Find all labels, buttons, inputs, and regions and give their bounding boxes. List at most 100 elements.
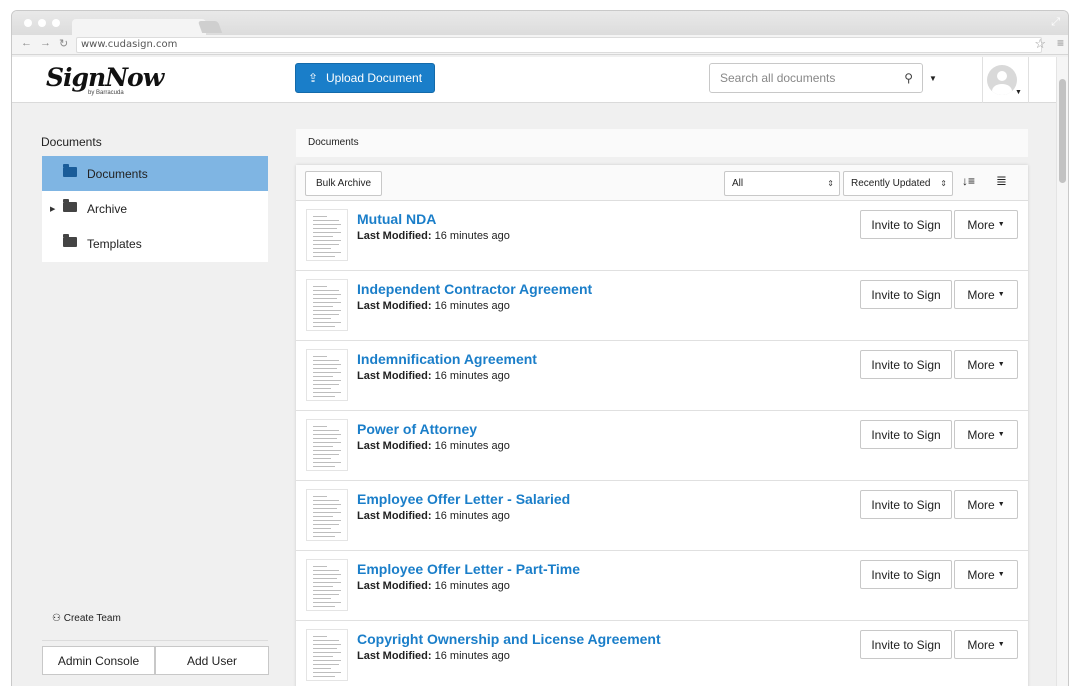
upload-label: Upload Document — [326, 71, 423, 85]
forward-icon[interactable]: → — [40, 37, 51, 50]
expand-icon[interactable]: ⤢ — [1051, 16, 1060, 29]
filter-select[interactable]: All ⇕ — [724, 171, 840, 196]
browser-menu-icon[interactable]: ≡ — [1057, 36, 1064, 50]
document-thumbnail[interactable] — [306, 489, 348, 541]
document-title-link[interactable]: Power of Attorney — [357, 421, 477, 437]
more-button[interactable]: More ▼ — [954, 630, 1018, 659]
reload-icon[interactable]: ↻ — [59, 37, 68, 50]
document-title-link[interactable]: Employee Offer Letter - Part-Time — [357, 561, 580, 577]
document-title-link[interactable]: Employee Offer Letter - Salaried — [357, 491, 570, 507]
window-controls[interactable] — [24, 19, 60, 27]
document-thumbnail[interactable] — [306, 349, 348, 401]
more-button[interactable]: More ▼ — [954, 490, 1018, 519]
browser-window: ⤢ ← → ↻ www.cudasign.com ☆ ≡ SignNow by … — [11, 10, 1069, 686]
sidebar-item-templates[interactable]: Templates — [42, 226, 268, 261]
document-row[interactable]: Independent Contractor Agreement Last Mo… — [296, 271, 1028, 341]
invite-to-sign-button[interactable]: Invite to Sign — [860, 350, 952, 379]
more-button[interactable]: More ▼ — [954, 560, 1018, 589]
url-input[interactable]: www.cudasign.com — [76, 37, 1042, 53]
more-label: More — [967, 497, 995, 512]
sidebar-item-documents[interactable]: Documents — [42, 156, 268, 191]
document-title-link[interactable]: Indemnification Agreement — [357, 351, 537, 367]
modified-time: 16 minutes ago — [434, 300, 510, 312]
avatar[interactable] — [987, 65, 1017, 95]
sidebar-item-label: Documents — [87, 166, 148, 181]
sort-value: Recently Updated — [851, 178, 931, 189]
address-bar: ← → ↻ www.cudasign.com ☆ ≡ — [12, 35, 1068, 55]
create-team-link[interactable]: ⚇ Create Team — [52, 613, 121, 624]
admin-console-button[interactable]: Admin Console — [42, 646, 155, 675]
more-button[interactable]: More ▼ — [954, 350, 1018, 379]
invite-to-sign-button[interactable]: Invite to Sign — [860, 630, 952, 659]
document-list-panel: Bulk Archive All ⇕ Recently Updated ⇕ ↓≡… — [296, 165, 1028, 686]
chevron-down-icon: ▼ — [997, 571, 1005, 578]
browser-tab[interactable] — [72, 19, 206, 35]
search-icon[interactable]: ⚲ — [904, 64, 913, 92]
chevron-down-icon: ▼ — [997, 431, 1005, 438]
invite-to-sign-button[interactable]: Invite to Sign — [860, 490, 952, 519]
add-user-button[interactable]: Add User — [155, 646, 269, 675]
invite-to-sign-button[interactable]: Invite to Sign — [860, 420, 952, 449]
more-button[interactable]: More ▼ — [954, 420, 1018, 449]
sort-select[interactable]: Recently Updated ⇕ — [843, 171, 953, 196]
sort-direction-icon[interactable]: ↓≡ — [962, 174, 975, 188]
meta-label: Last Modified: — [357, 580, 432, 592]
document-thumbnail[interactable] — [306, 419, 348, 471]
chevron-down-icon: ▼ — [997, 641, 1005, 648]
more-button[interactable]: More ▼ — [954, 280, 1018, 309]
more-label: More — [967, 217, 995, 232]
document-thumbnail[interactable] — [306, 209, 348, 261]
user-menu[interactable]: ▼ — [982, 57, 1029, 103]
modified-time: 16 minutes ago — [434, 510, 510, 522]
document-row[interactable]: Copyright Ownership and License Agreemen… — [296, 621, 1028, 686]
new-tab-button[interactable] — [197, 21, 223, 33]
chevron-down-icon[interactable]: ▼ — [1015, 89, 1022, 96]
search-placeholder: Search all documents — [720, 71, 836, 85]
document-title-link[interactable]: Mutual NDA — [357, 211, 436, 227]
invite-to-sign-button[interactable]: Invite to Sign — [860, 280, 952, 309]
upload-document-button[interactable]: ⇪ Upload Document — [295, 63, 435, 93]
more-label: More — [967, 637, 995, 652]
signnow-logo[interactable]: SignNow — [46, 63, 164, 92]
document-thumbnail[interactable] — [306, 629, 348, 681]
back-icon[interactable]: ← — [21, 37, 32, 50]
document-title-link[interactable]: Independent Contractor Agreement — [357, 281, 592, 297]
meta-label: Last Modified: — [357, 650, 432, 662]
sidebar-item-archive[interactable]: ▶ Archive — [42, 191, 268, 226]
document-meta: Last Modified: 16 minutes ago — [357, 510, 510, 522]
search-options-caret-icon[interactable]: ▼ — [929, 74, 937, 83]
bulk-archive-button[interactable]: Bulk Archive — [305, 171, 382, 196]
document-toolbar: Bulk Archive All ⇕ Recently Updated ⇕ ↓≡… — [296, 165, 1028, 201]
invite-to-sign-button[interactable]: Invite to Sign — [860, 560, 952, 589]
document-row[interactable]: Power of Attorney Last Modified: 16 minu… — [296, 411, 1028, 481]
chevron-down-icon: ▼ — [997, 501, 1005, 508]
more-button[interactable]: More ▼ — [954, 210, 1018, 239]
document-meta: Last Modified: 16 minutes ago — [357, 370, 510, 382]
bookmark-star-icon[interactable]: ☆ — [1034, 36, 1046, 52]
search-input[interactable]: Search all documents ⚲ — [709, 63, 923, 93]
folder-open-icon — [63, 164, 77, 177]
modified-time: 16 minutes ago — [434, 370, 510, 382]
sidebar-item-label: Templates — [87, 236, 142, 251]
document-meta: Last Modified: 16 minutes ago — [357, 580, 510, 592]
browser-titlebar: ⤢ — [12, 11, 1068, 35]
document-title-link[interactable]: Copyright Ownership and License Agreemen… — [357, 631, 661, 647]
breadcrumb: Documents — [296, 129, 1028, 157]
expand-triangle-icon[interactable]: ▶ — [50, 205, 55, 213]
meta-label: Last Modified: — [357, 230, 432, 242]
document-row[interactable]: Employee Offer Letter - Part-Time Last M… — [296, 551, 1028, 621]
list-view-icon[interactable]: ≣ — [996, 173, 1007, 189]
meta-label: Last Modified: — [357, 440, 432, 452]
document-row[interactable]: Employee Offer Letter - Salaried Last Mo… — [296, 481, 1028, 551]
document-row[interactable]: Indemnification Agreement Last Modified:… — [296, 341, 1028, 411]
more-label: More — [967, 567, 995, 582]
modified-time: 16 minutes ago — [434, 230, 510, 242]
team-icon: ⚇ — [52, 613, 61, 624]
page-scrollbar[interactable] — [1056, 57, 1068, 686]
sidebar-divider — [42, 640, 268, 641]
document-thumbnail[interactable] — [306, 279, 348, 331]
invite-to-sign-button[interactable]: Invite to Sign — [860, 210, 952, 239]
scrollbar-thumb[interactable] — [1059, 79, 1066, 183]
document-thumbnail[interactable] — [306, 559, 348, 611]
document-row[interactable]: Mutual NDA Last Modified: 16 minutes ago… — [296, 201, 1028, 271]
